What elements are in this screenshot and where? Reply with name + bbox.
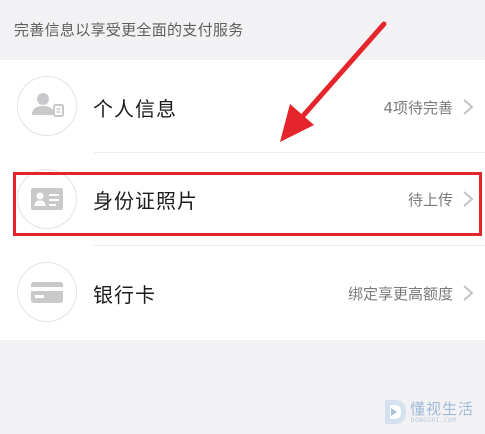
- row-label-personal-info: 个人信息: [93, 97, 177, 121]
- row-id-card-photo[interactable]: 身份证照片 待上传: [0, 153, 485, 246]
- row-status-bank-card: 绑定享更高额度: [347, 285, 453, 303]
- chevron-right-icon: [463, 99, 474, 115]
- info-card: 个人信息 4项待完善 身份证照片 待上传 银行卡 绑定享更高额度: [0, 60, 485, 340]
- chevron-right-icon: [463, 285, 474, 301]
- watermark-text: 懂视生活: [410, 400, 475, 418]
- page-header: 完善信息以享受更全面的支付服务: [0, 0, 485, 60]
- row-label-id-card-photo: 身份证照片: [93, 189, 198, 213]
- row-status-id-card-photo: 待上传: [407, 191, 453, 209]
- watermark-subtext: DONGSHI.COM: [411, 417, 457, 424]
- person-card-icon: [17, 76, 77, 136]
- row-status-personal-info: 4项待完善: [383, 99, 453, 117]
- chevron-right-icon: [463, 191, 474, 207]
- id-card-icon: [17, 169, 77, 229]
- row-bank-card[interactable]: 银行卡 绑定享更高额度: [0, 246, 485, 339]
- row-label-bank-card: 银行卡: [93, 283, 156, 307]
- watermark-logo-icon: [385, 400, 406, 424]
- bank-card-icon: [17, 262, 77, 322]
- row-personal-info[interactable]: 个人信息 4项待完善: [0, 60, 485, 153]
- watermark: 懂视生活 DONGSHI.COM: [382, 396, 477, 428]
- header-caption: 完善信息以享受更全面的支付服务: [14, 21, 244, 39]
